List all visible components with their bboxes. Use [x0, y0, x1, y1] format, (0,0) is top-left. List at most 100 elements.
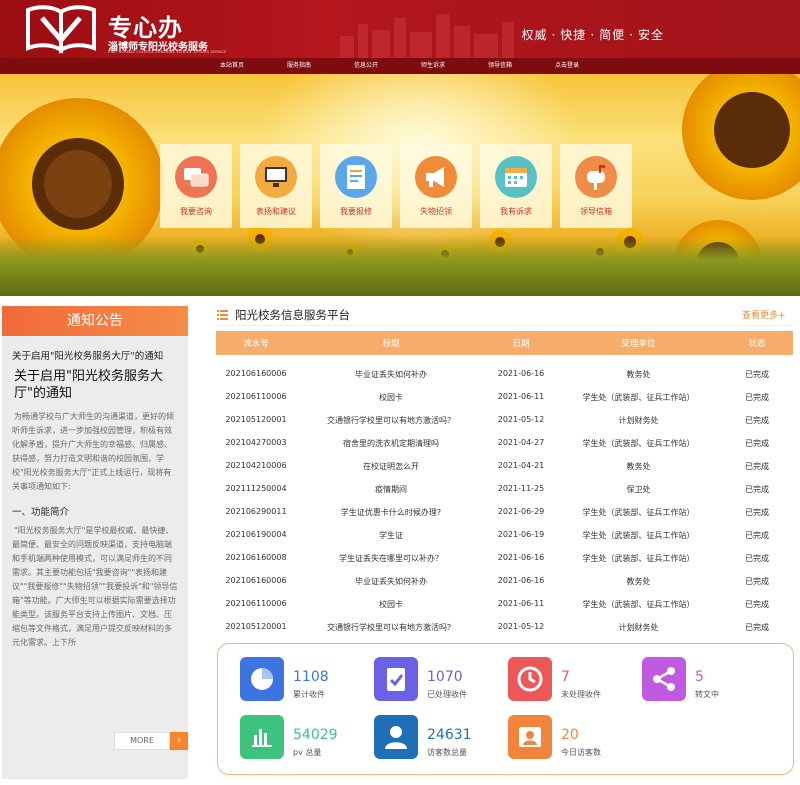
tile-consult[interactable]: 我要咨询 — [160, 144, 232, 228]
cell-serial: 202106110006 — [225, 392, 287, 401]
cell-serial: 202105120001 — [225, 622, 287, 631]
cell-status: 已完成 — [745, 554, 769, 563]
cell-serial: 202111250004 — [225, 484, 287, 493]
cell-date: 2021-06-29 — [497, 507, 545, 516]
tile-repair[interactable]: 我要报修 — [320, 144, 392, 228]
tile-leader-mailbox[interactable]: 领导信箱 — [560, 144, 632, 228]
notice-paragraph: "阳光校务服务大厅"是学校最权威、最快捷、最简便、最安全的问题反映渠道，支持电脑… — [12, 526, 178, 647]
slogan-word: 安全 — [637, 28, 664, 42]
table-row[interactable]: 202104210006 在校证明怎么开 2021-04-21 教务处 已完成 — [216, 456, 793, 474]
tile-lost-found[interactable]: 失物招领 — [400, 144, 472, 228]
notice-panel: 通知公告 关于启用"阳光校务服务大厅"的通知 关于启用"阳光校务服务大厅"的通知… — [2, 306, 188, 779]
col-department: 受理单位 — [621, 339, 656, 349]
more-label: MORE — [114, 732, 170, 750]
green-field — [0, 236, 800, 296]
cell-date: 2021-06-19 — [497, 530, 545, 539]
stat-value: 1070 — [427, 669, 463, 685]
book-logo-icon — [26, 5, 96, 54]
platform-title: 阳光校务信息服务平台 — [235, 308, 350, 322]
notice-body: 关于启用"阳光校务服务大厅"的通知 关于启用"阳光校务服务大厅"的通知 为畅通学… — [12, 350, 178, 726]
table-row[interactable]: 202104270003 宿舍里的洗衣机定期清理吗 2021-04-27 学生处（武装… — [216, 433, 793, 451]
tile-label: 我有诉求 — [500, 207, 532, 216]
sunflower-banner: 我要咨询 表扬和建议 我要报修 失物招领 我有诉求 领导信箱 — [0, 74, 800, 296]
col-serial: 流水号 — [243, 339, 269, 349]
nav-info-public[interactable]: 信息公开 — [354, 60, 378, 69]
cell-department: 学生处（武装部、征兵工作站） — [582, 393, 695, 402]
cell-serial: 202106290011 — [225, 507, 287, 516]
nav-appeals[interactable]: 师生诉求 — [421, 60, 445, 69]
cell-status: 已完成 — [745, 462, 769, 471]
cell-department: 学生处（武装部、征兵工作站） — [582, 508, 695, 517]
cell-title: 宿舍里的洗衣机定期清理吗 — [343, 439, 439, 448]
stat-value: 54029 — [293, 727, 338, 743]
table-row[interactable]: 202111250004 疫情期间 2021-11-25 保卫处 已完成 — [216, 479, 793, 497]
tile-label: 表扬和建议 — [256, 207, 296, 216]
nav-home[interactable]: 本站首页 — [220, 60, 244, 69]
stat-label: 累计收件 — [293, 690, 325, 699]
tile-label: 我要报修 — [340, 207, 372, 216]
cell-status: 已完成 — [745, 623, 769, 632]
notice-header: 通知公告 — [2, 306, 188, 336]
nav-leader-mailbox[interactable]: 领导信箱 — [488, 60, 512, 69]
cell-title: 交通银行学校里可以有地方激活吗？ — [327, 416, 455, 425]
stat-value: 20 — [561, 727, 579, 743]
pie-chart-icon — [240, 657, 284, 701]
tile-appeal[interactable]: 我有诉求 — [480, 144, 552, 228]
table-row[interactable]: 202106160006 毕业证丢失如何补办 2021-06-16 教务处 已完成 — [216, 571, 793, 589]
bar-chart-icon — [240, 715, 284, 759]
monitor-icon — [255, 156, 297, 198]
cell-date: 2021-06-11 — [497, 599, 545, 608]
slogan-word: 权威 — [521, 28, 548, 42]
visitor-card-icon — [508, 715, 552, 759]
cell-title: 毕业证丢失如何补办 — [355, 577, 427, 586]
table-row[interactable]: 202106190004 学生证 2021-06-19 学生处（武装部、征兵工作站） 已… — [216, 525, 793, 543]
stat-label: 已处理收件 — [427, 690, 467, 699]
cell-serial: 202106160008 — [225, 553, 287, 562]
cell-status: 已完成 — [745, 370, 769, 379]
stat-label: 访客数总量 — [427, 748, 467, 757]
stat-label: pv 总量 — [293, 748, 322, 757]
cell-serial: 202105120001 — [225, 415, 287, 424]
tile-praise-suggest[interactable]: 表扬和建议 — [240, 144, 312, 228]
list-icon — [217, 310, 228, 320]
cell-title: 学生证丢失在哪里可以补办？ — [339, 554, 443, 563]
cell-status: 已完成 — [745, 508, 769, 517]
stat-value: 5 — [695, 669, 704, 685]
cell-date: 2021-04-21 — [497, 461, 545, 470]
cell-serial: 202106110006 — [225, 599, 287, 608]
cell-date: 2021-04-27 — [497, 438, 545, 447]
notice-item-link[interactable]: 关于启用"阳光校务服务大厅"的通知 — [12, 350, 178, 364]
view-more-link[interactable]: 查看更多+ — [742, 308, 786, 321]
stat-label: 未处理收件 — [561, 690, 601, 699]
cell-date: 2021-05-12 — [497, 622, 545, 631]
tile-label: 失物招领 — [420, 207, 452, 216]
table-row[interactable]: 202106160006 毕业证丢失如何补办 2021-06-16 教务处 已完成 — [216, 364, 793, 382]
cell-title: 毕业证丢失如何补办 — [355, 370, 427, 379]
cell-status: 已完成 — [745, 577, 769, 586]
table-row[interactable]: 202105120001 交通银行学校里可以有地方激活吗？ 2021-05-12 计划… — [216, 617, 793, 635]
table-row[interactable]: 202105120001 交通银行学校里可以有地方激活吗？ 2021-05-12 计划… — [216, 410, 793, 428]
stat-label: 今日访客数 — [561, 748, 601, 757]
table-row[interactable]: 202106110006 校园卡 2021-06-11 学生处（武装部、征兵工作站） 已… — [216, 594, 793, 612]
cell-date: 2021-11-25 — [497, 484, 545, 493]
campus-skyline-icon — [340, 14, 514, 58]
cell-status: 已完成 — [745, 416, 769, 425]
cell-status: 已完成 — [745, 485, 769, 494]
col-date: 日期 — [512, 339, 530, 349]
cell-date: 2021-06-16 — [497, 369, 545, 378]
cell-title: 疫情期间 — [375, 485, 407, 494]
megaphone-icon — [415, 156, 457, 198]
stat-value: 7 — [561, 669, 570, 685]
cell-department: 计划财务处 — [618, 623, 659, 632]
table-row[interactable]: 202106160008 学生证丢失在哪里可以补办？ 2021-06-16 学生处（武… — [216, 548, 793, 566]
cell-department: 学生处（武装部、征兵工作站） — [582, 531, 695, 540]
notice-more-button[interactable]: MORE › — [114, 732, 188, 750]
table-row[interactable]: 202106290011 学生证优惠卡什么时候办理? 2021-06-29 学生处（武… — [216, 502, 793, 520]
nav-service-guide[interactable]: 服务指南 — [287, 60, 311, 69]
slogan-word: 快捷 — [560, 28, 587, 42]
nav-login[interactable]: 点击登录 — [555, 60, 579, 69]
slogan: 权威 · 快捷 · 简便 · 安全 — [521, 28, 664, 42]
cell-department: 保卫处 — [626, 485, 651, 494]
table-row[interactable]: 202106110006 校园卡 2021-06-11 学生处（武装部、征兵工作站） 已… — [216, 387, 793, 405]
cell-department: 学生处（武装部、征兵工作站） — [582, 554, 695, 563]
